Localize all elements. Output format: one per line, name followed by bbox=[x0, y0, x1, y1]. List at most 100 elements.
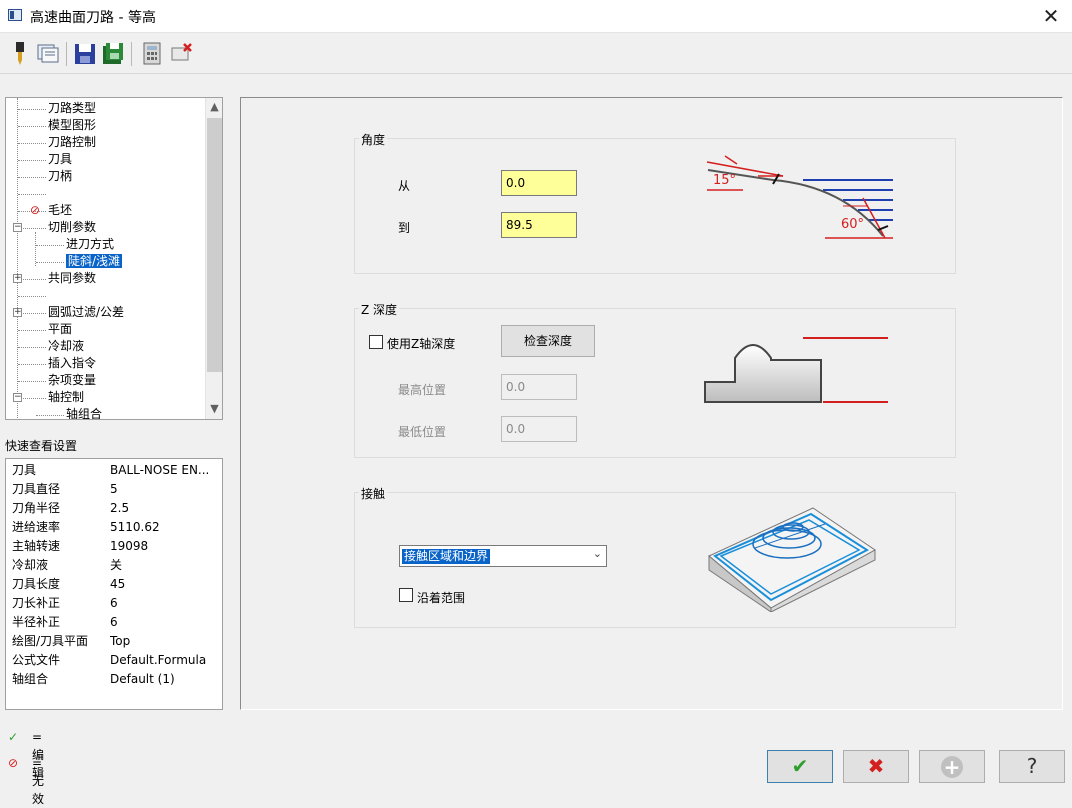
invalid-icon: ⊘ bbox=[8, 756, 19, 770]
quick-view-key: 刀长补正 bbox=[12, 596, 61, 610]
help-button[interactable]: ? bbox=[999, 750, 1065, 783]
tree-item[interactable]: 冷却液 bbox=[48, 338, 84, 355]
quick-view-value: 2.5 bbox=[110, 501, 130, 515]
tree-item[interactable]: 平面 bbox=[48, 321, 72, 338]
tree-connector bbox=[18, 143, 46, 144]
tree-item[interactable]: 进刀方式 bbox=[66, 236, 114, 253]
tree-connector bbox=[18, 364, 46, 365]
quick-view-value: 6 bbox=[110, 615, 118, 629]
quick-view-key: 冷却液 bbox=[12, 558, 49, 572]
ok-button[interactable]: ✔ bbox=[767, 750, 833, 783]
quick-view-row: 主轴转速 19098 bbox=[6, 537, 222, 556]
quick-view-value: 5110.62 bbox=[110, 520, 160, 534]
cancel-button[interactable]: ✖ bbox=[843, 750, 909, 783]
tree-item[interactable]: 切削参数 bbox=[48, 219, 96, 236]
use-z-depth-checkbox[interactable] bbox=[369, 335, 383, 349]
quick-view-value: 5 bbox=[110, 482, 118, 496]
scroll-thumb[interactable] bbox=[207, 118, 222, 372]
tree-item[interactable]: 刀柄 bbox=[48, 168, 72, 185]
expand-icon[interactable]: + bbox=[13, 308, 22, 317]
tree-item[interactable]: 模型图形 bbox=[48, 117, 96, 134]
contact-mode-select[interactable]: 接触区域和边界 ⌄ bbox=[399, 545, 607, 567]
save-all-icon[interactable] bbox=[101, 40, 125, 66]
tree-item[interactable]: 轴控制 bbox=[48, 389, 84, 406]
tree-item-label: 进刀方式 bbox=[66, 237, 115, 251]
legend-invalid-label: =无效 bbox=[32, 756, 45, 806]
quick-view-value: 19098 bbox=[110, 539, 149, 553]
tree-item-label: 平面 bbox=[48, 322, 73, 336]
tree-scrollbar[interactable]: ▲ ▼ bbox=[205, 98, 222, 419]
tree-item-label: 圆弧过滤/公差 bbox=[48, 305, 125, 319]
quick-view-key: 刀具长度 bbox=[12, 577, 61, 591]
z-depth-group-title: Z 深度 bbox=[359, 301, 400, 318]
quick-view-row: 刀长补正 6 bbox=[6, 594, 222, 613]
tree-item-label: 陡斜/浅滩 bbox=[66, 254, 123, 268]
chevron-down-icon: ⌄ bbox=[592, 547, 602, 560]
quick-view-key: 刀具直径 bbox=[12, 482, 61, 496]
app-icon bbox=[8, 9, 22, 21]
collapse-icon[interactable]: − bbox=[13, 393, 22, 402]
add-button[interactable]: + bbox=[919, 750, 985, 783]
from-label: 从 bbox=[398, 179, 411, 193]
check-depth-button[interactable]: 检查深度 bbox=[501, 325, 595, 357]
quick-view-key: 半径补正 bbox=[12, 615, 61, 629]
quick-view-row: 轴组合 Default (1) bbox=[6, 670, 222, 689]
quick-view-key: 主轴转速 bbox=[12, 539, 61, 553]
tree-connector bbox=[36, 262, 64, 263]
quick-view-value: Top bbox=[110, 634, 131, 648]
title-bar: 高速曲面刀路 - 等高 ✕ bbox=[0, 0, 1072, 33]
tree-connector bbox=[18, 177, 46, 178]
scroll-up-icon[interactable]: ▲ bbox=[206, 98, 222, 115]
quick-view-value: Default (1) bbox=[110, 672, 175, 686]
settings-panel: 角度 从 0.0 到 89.5 15° 60° Z 深度 使用Z轴深度 检查深度… bbox=[240, 97, 1063, 710]
tree-sub-line bbox=[35, 232, 36, 266]
tree-item[interactable]: 刀具 bbox=[48, 151, 72, 168]
quick-view-value: 6 bbox=[110, 596, 118, 610]
tree-item[interactable]: 刀路控制 bbox=[48, 134, 96, 151]
tree-item[interactable]: 圆弧过滤/公差 bbox=[48, 304, 124, 321]
along-range-checkbox[interactable] bbox=[399, 588, 413, 602]
tree-item-label: 插入指令 bbox=[48, 356, 97, 370]
save-icon[interactable] bbox=[73, 40, 97, 66]
scroll-down-icon[interactable]: ▼ bbox=[206, 400, 222, 417]
plus-circle-icon: + bbox=[941, 756, 963, 778]
tree-item-label: 刀路控制 bbox=[48, 135, 97, 149]
along-range-label: 沿着范围 bbox=[417, 591, 466, 605]
quick-view-value: 45 bbox=[110, 577, 126, 591]
tree-item[interactable]: 刀路类型 bbox=[48, 100, 96, 117]
tree-connector bbox=[36, 415, 64, 416]
tree-item-label: 冷却液 bbox=[48, 339, 85, 353]
window-title: 高速曲面刀路 - 等高 bbox=[30, 10, 156, 26]
quick-view-row: 刀角半径 2.5 bbox=[6, 499, 222, 518]
bottom-position-input[interactable]: 0.0 bbox=[501, 416, 577, 442]
view-icon[interactable] bbox=[36, 40, 60, 66]
expand-icon[interactable]: + bbox=[13, 274, 22, 283]
to-angle-input[interactable]: 89.5 bbox=[501, 212, 577, 238]
delete-icon[interactable] bbox=[170, 40, 194, 66]
calculator-icon[interactable] bbox=[140, 40, 164, 66]
from-angle-input[interactable]: 0.0 bbox=[501, 170, 577, 196]
tree-item[interactable]: 轴组合 bbox=[66, 406, 102, 419]
tree-item-label: 模型图形 bbox=[48, 118, 97, 132]
quick-view-row: 半径补正 6 bbox=[6, 613, 222, 632]
contact-diagram bbox=[708, 507, 876, 612]
bottom-position-label: 最低位置 bbox=[398, 425, 447, 439]
parameter-tree[interactable]: 刀路类型 模型图形 刀路控制 刀具 刀柄 ⊘ 毛坯 − 切削参数 进刀方式 陡斜/浅滩 + 共同参数 + 圆… bbox=[5, 97, 223, 420]
tree-item[interactable]: 毛坯 bbox=[48, 202, 72, 219]
tree-connector bbox=[18, 126, 46, 127]
tree-item[interactable]: 陡斜/浅滩 bbox=[66, 253, 123, 270]
angle-60-label: 60° bbox=[841, 217, 864, 232]
collapse-icon[interactable]: − bbox=[13, 223, 22, 232]
close-button[interactable]: ✕ bbox=[1040, 5, 1062, 27]
tree-item[interactable]: 插入指令 bbox=[48, 355, 96, 372]
tree-item[interactable]: 共同参数 bbox=[48, 270, 96, 287]
tool-icon[interactable] bbox=[8, 40, 32, 66]
quick-view-key: 刀角半径 bbox=[12, 501, 61, 515]
quick-view-key: 刀具 bbox=[12, 463, 37, 477]
quick-view-title: 快速查看设置 bbox=[5, 439, 78, 453]
tree-item[interactable]: 杂项变量 bbox=[48, 372, 96, 389]
angle-15-label: 15° bbox=[713, 173, 736, 188]
top-position-input[interactable]: 0.0 bbox=[501, 374, 577, 400]
toolbar bbox=[0, 34, 1072, 74]
tree-connector bbox=[18, 347, 46, 348]
